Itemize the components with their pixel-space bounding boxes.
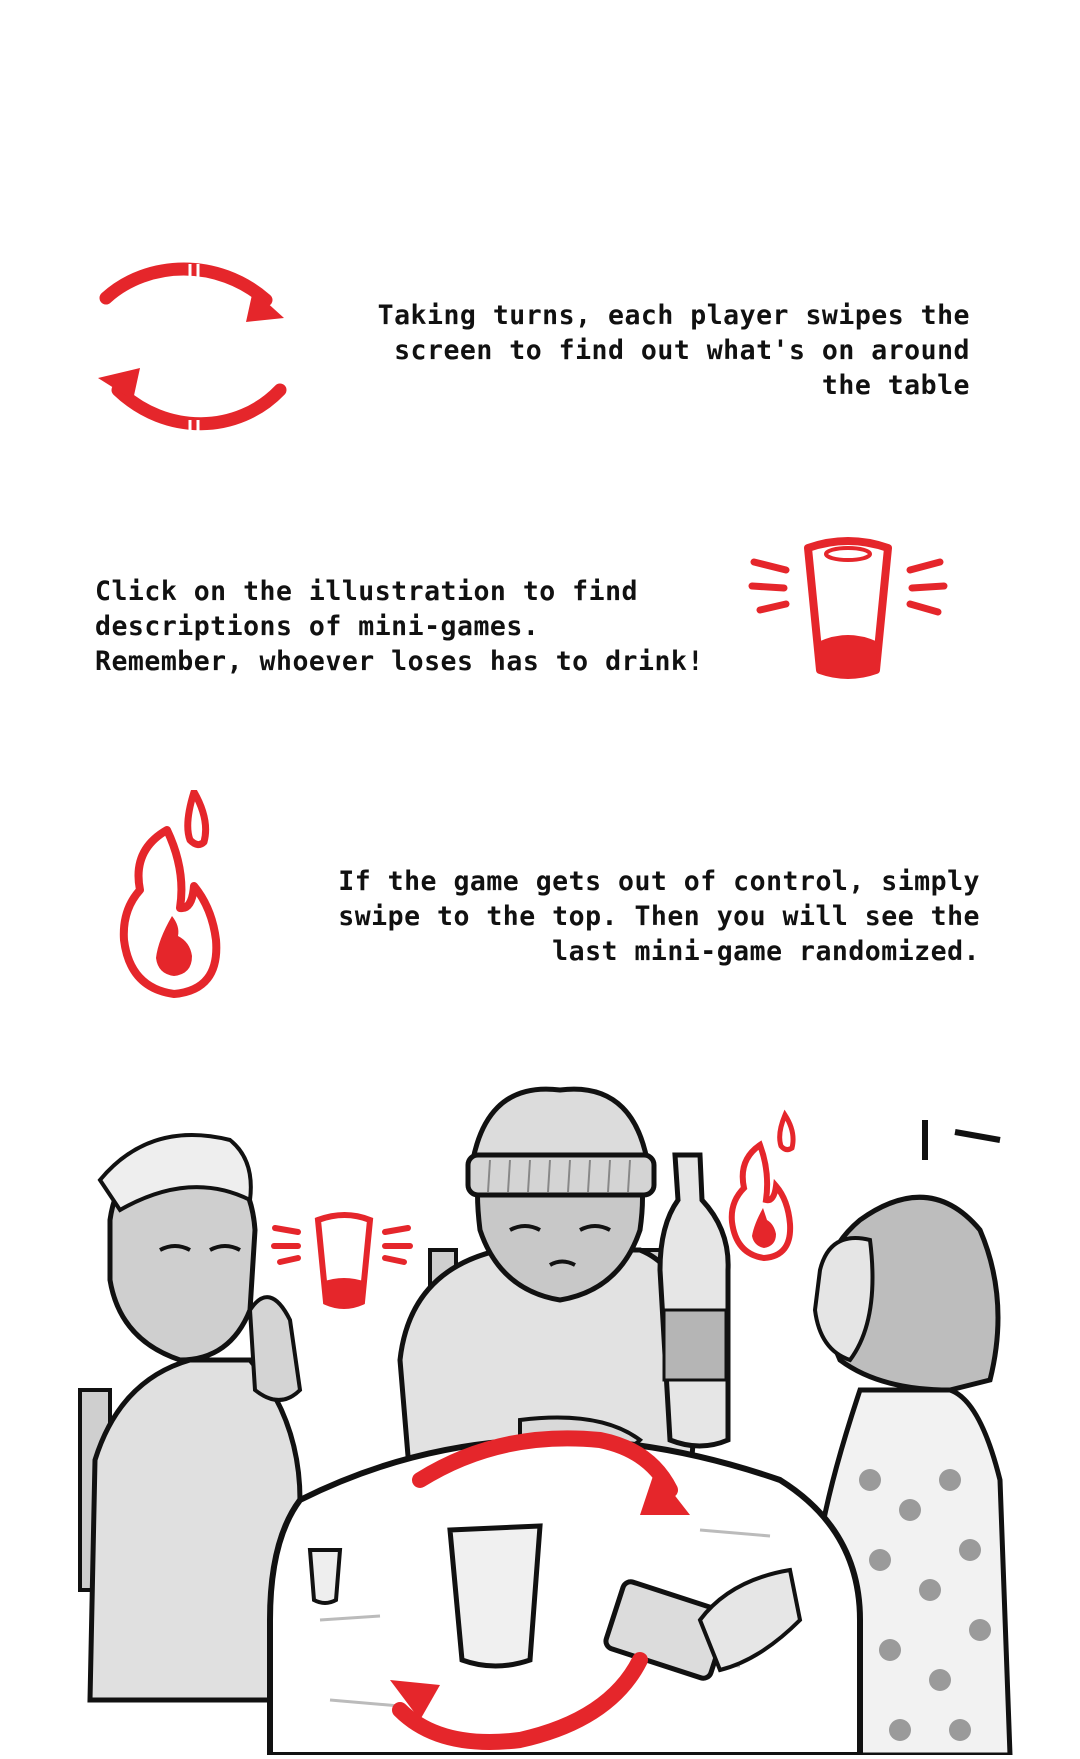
scene-drawing	[78, 1086, 1013, 1758]
bottle	[657, 1152, 731, 1449]
instruction-control-text: If the game gets out of control, simply …	[338, 866, 980, 967]
flame-icon	[112, 790, 242, 1010]
shot-glass-icon[interactable]	[748, 530, 948, 690]
instruction-click-text: Click on the illustration to find descri…	[95, 576, 704, 677]
tutorial-screen[interactable]: Taking turns, each player swipes the scr…	[0, 0, 1080, 1758]
instruction-turns-text: Taking turns, each player swipes the scr…	[377, 300, 970, 401]
rotate-arrows-icon	[88, 250, 298, 450]
table-scene-illustration[interactable]	[0, 1060, 1080, 1758]
